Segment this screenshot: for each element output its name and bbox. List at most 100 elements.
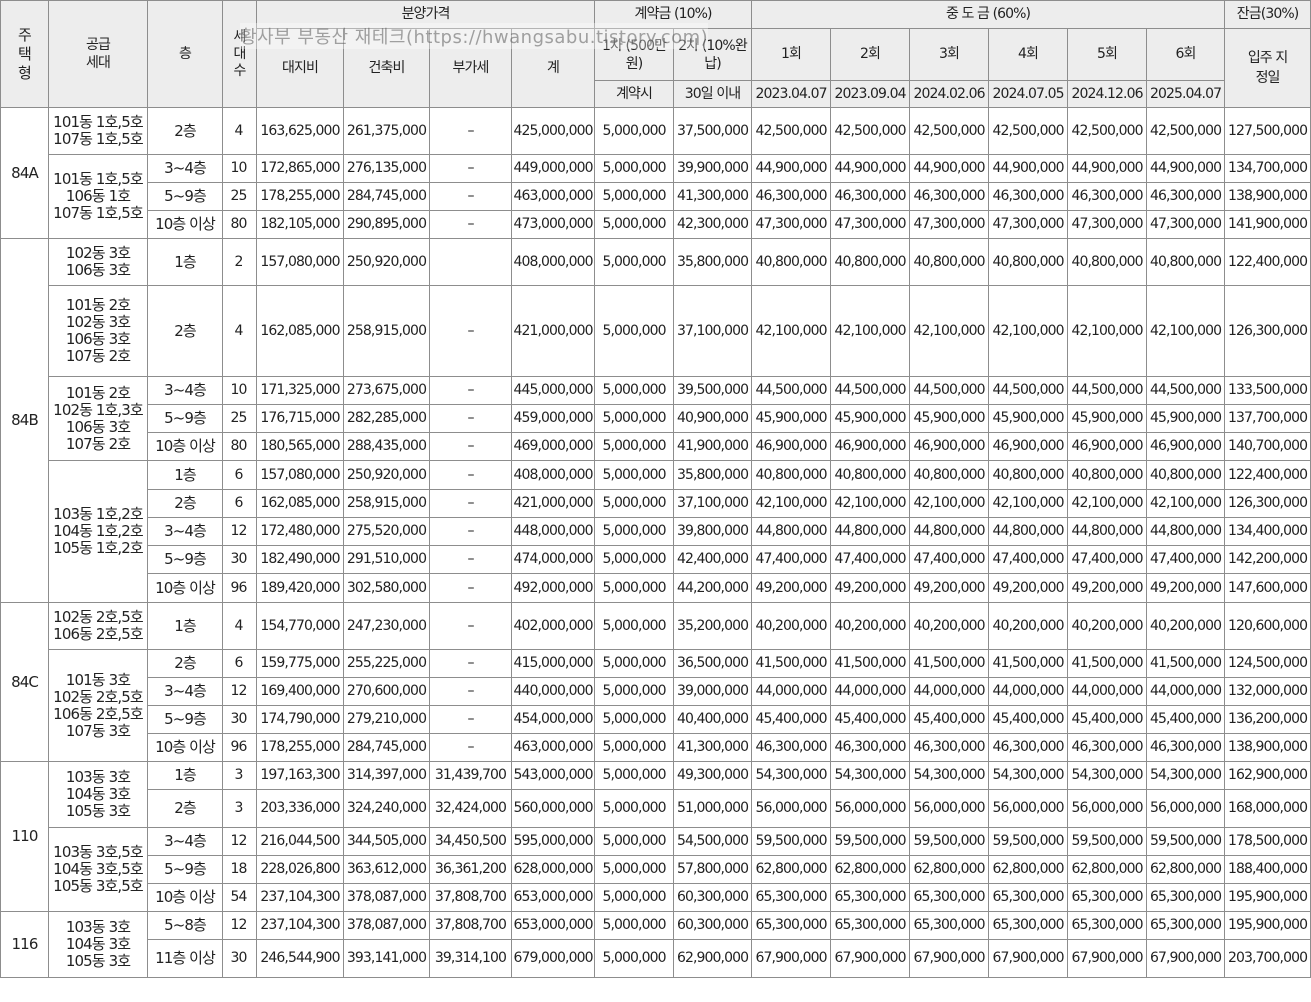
- middle-payment-cell: 44,900,000: [830, 154, 911, 183]
- unit-line: 101동 2호: [65, 296, 131, 314]
- build-cell: 324,240,000: [343, 789, 430, 828]
- total-cell: 474,000,000: [510, 545, 596, 574]
- d2-cell: 42,300,000: [673, 210, 753, 239]
- middle-payment-cell: 56,000,000: [1146, 789, 1226, 828]
- land-cell: 237,104,300: [256, 911, 344, 940]
- middle-payment-cell: 44,900,000: [909, 154, 990, 183]
- households-cell: 30: [222, 545, 257, 574]
- middle-payment-cell: 62,800,000: [751, 855, 832, 884]
- vat-cell: 36,361,200: [429, 855, 512, 884]
- middle-payment-cell: 47,400,000: [909, 545, 990, 574]
- vat-cell: 39,314,100: [429, 939, 512, 978]
- middle-payment-cell: 54,300,000: [1146, 761, 1226, 790]
- middle-payment-cell: 67,900,000: [830, 939, 911, 978]
- middle-payment-cell: 44,000,000: [1067, 677, 1148, 706]
- middle-payment-cell: 62,800,000: [1146, 855, 1226, 884]
- middle-payment-cell: 46,300,000: [988, 733, 1069, 762]
- total-cell: 560,000,000: [510, 789, 596, 828]
- d2-cell: 62,900,000: [673, 939, 753, 978]
- bal-cell: 141,900,000: [1224, 210, 1311, 239]
- header-date-3: 2024.02.06: [909, 80, 990, 108]
- middle-payment-cell: 59,500,000: [830, 827, 911, 856]
- build-cell: 273,675,000: [343, 376, 430, 405]
- build-cell: 258,915,000: [343, 489, 430, 518]
- middle-payment-cell: 45,400,000: [988, 705, 1069, 734]
- unit-line: 104동 3호: [65, 785, 131, 803]
- land-cell: 203,336,000: [256, 789, 344, 828]
- table-row: 101동 1호,5호 106동 1호 107동 1호,5호 3~4층 10 172,865…: [1, 154, 1311, 239]
- build-cell: 255,225,000: [343, 649, 430, 678]
- floor-cell: 10층 이상: [147, 210, 223, 239]
- middle-payment-cell: 46,300,000: [909, 182, 990, 211]
- land-cell: 169,400,000: [256, 677, 344, 706]
- middle-payment-cell: 45,900,000: [988, 404, 1069, 433]
- total-cell: 454,000,000: [510, 705, 596, 734]
- d1-cell: 5,000,000: [594, 733, 675, 762]
- build-cell: 282,285,000: [343, 404, 430, 433]
- d1-cell: 5,000,000: [594, 285, 675, 377]
- middle-payment-cell: 46,900,000: [988, 432, 1069, 461]
- d1-cell: 5,000,000: [594, 210, 675, 239]
- middle-payment-cell: 45,900,000: [909, 404, 990, 433]
- middle-payment-cell: 44,900,000: [1146, 154, 1226, 183]
- bal-cell: 140,700,000: [1224, 432, 1311, 461]
- header-dep1: 1차 (500만원): [594, 28, 675, 81]
- bal-cell: 122,400,000: [1224, 460, 1311, 490]
- header-round-1: 1회: [751, 28, 832, 81]
- d2-cell: 60,300,000: [673, 883, 753, 912]
- middle-payment-cell: 67,900,000: [751, 939, 832, 978]
- vat-cell: –: [429, 404, 512, 433]
- d2-cell: 35,200,000: [673, 602, 753, 650]
- table-row: 5~9층 25 178,255,000 284,745,000–463,000,000…: [1, 182, 1311, 211]
- middle-payment-cell: 46,900,000: [751, 432, 832, 461]
- header-date-5: 2024.12.06: [1067, 80, 1148, 108]
- d1-cell: 5,000,000: [594, 911, 675, 940]
- vat-cell: –: [429, 677, 512, 706]
- middle-payment-cell: 40,800,000: [830, 238, 911, 286]
- unit-line: 107동 1호,5호: [53, 204, 144, 222]
- middle-payment-cell: 46,300,000: [830, 182, 911, 211]
- middle-payment-cell: 62,800,000: [830, 855, 911, 884]
- total-cell: 445,000,000: [510, 376, 596, 405]
- unit-line: 101동 2호: [65, 383, 131, 402]
- d2-cell: 51,000,000: [673, 789, 753, 828]
- middle-payment-cell: 42,100,000: [1067, 489, 1148, 518]
- d1-cell: 5,000,000: [594, 154, 675, 183]
- bal-cell: 188,400,000: [1224, 855, 1311, 884]
- unit-line: 106동 3호: [65, 330, 131, 348]
- households-cell: 12: [222, 517, 257, 546]
- unit-line: 103동 3호,5호: [53, 843, 144, 861]
- middle-payment-cell: 45,400,000: [1146, 705, 1226, 734]
- unit-line: 102동 2호,5호: [53, 687, 144, 706]
- middle-payment-cell: 41,500,000: [1067, 649, 1148, 678]
- land-cell: 228,026,800: [256, 855, 344, 884]
- vat-cell: –: [429, 545, 512, 574]
- supply-units-cell: 103동 3호 104동 3호 105동 3호: [48, 911, 148, 978]
- total-cell: 440,000,000: [510, 677, 596, 706]
- middle-payment-cell: 40,800,000: [909, 460, 990, 490]
- vat-cell: 37,808,700: [429, 883, 512, 912]
- d2-cell: 39,500,000: [673, 376, 753, 405]
- floor-cell: 5~9층: [147, 545, 223, 574]
- unit-line: 101동 1호,5호: [53, 113, 144, 131]
- price-table: 주택형 공급세대 층 세대수 분양가격 계약금 (10%) 중 도 금 (60%…: [0, 0, 1311, 978]
- bal-cell: 142,200,000: [1224, 545, 1311, 574]
- bal-cell: 138,900,000: [1224, 182, 1311, 211]
- build-cell: 250,920,000: [343, 460, 430, 490]
- total-cell: 408,000,000: [510, 460, 596, 490]
- floor-cell: 10층 이상: [147, 733, 223, 762]
- d2-cell: 39,800,000: [673, 517, 753, 546]
- header-round-5: 5회: [1067, 28, 1148, 81]
- unit-line: 106동 3호: [65, 261, 131, 279]
- d2-cell: 37,100,000: [673, 285, 753, 377]
- header-balance-when: 입주 지정일: [1224, 28, 1311, 108]
- unit-line: 106동 2호,5호: [53, 704, 144, 723]
- middle-payment-cell: 46,300,000: [1067, 733, 1148, 762]
- supply-units-cell: 102동 2호,5호 106동 2호,5호: [48, 602, 148, 650]
- table-row: 5~9층 30 182,490,000 291,510,000–474,000,000…: [1, 545, 1311, 574]
- header-units: 공급세대: [48, 0, 148, 108]
- middle-payment-cell: 62,800,000: [909, 855, 990, 884]
- d2-cell: 42,400,000: [673, 545, 753, 574]
- households-cell: 30: [222, 939, 257, 978]
- middle-payment-cell: 44,500,000: [830, 376, 911, 405]
